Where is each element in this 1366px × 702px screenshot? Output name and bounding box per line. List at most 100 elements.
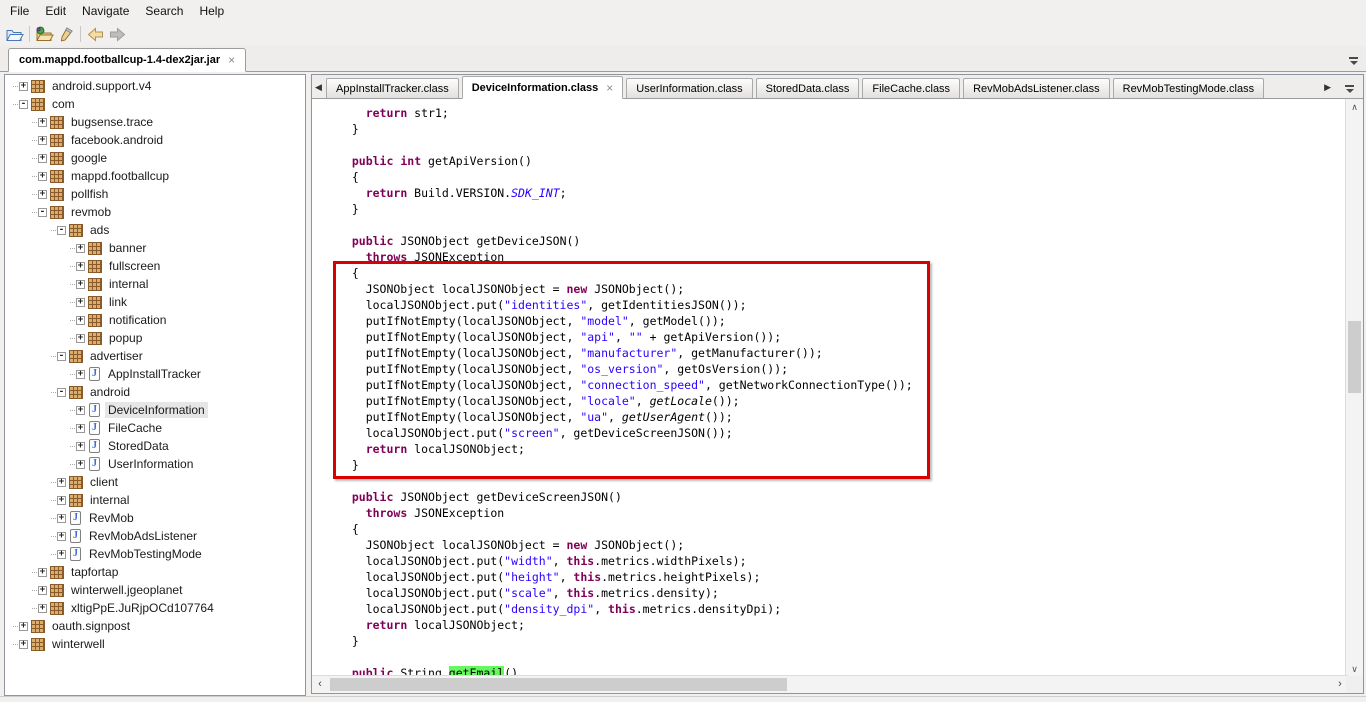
tree-item-internal[interactable]: +internal (5, 491, 305, 509)
expand-icon[interactable]: + (38, 136, 47, 145)
expand-icon[interactable]: + (76, 442, 85, 451)
tab-StoredData.class[interactable]: StoredData.class (756, 78, 860, 98)
tree-item-com[interactable]: -com (5, 95, 305, 113)
open-type-icon[interactable] (33, 24, 55, 44)
package-icon (31, 620, 45, 633)
collapse-icon[interactable]: - (38, 208, 47, 217)
expand-icon[interactable]: + (57, 532, 66, 541)
tab-list-icon[interactable] (1345, 85, 1354, 93)
tab-FileCache.class[interactable]: FileCache.class (862, 78, 960, 98)
tree-item-bugsense.trace[interactable]: +bugsense.trace (5, 113, 305, 131)
tree-item-pollfish[interactable]: +pollfish (5, 185, 305, 203)
tab-RevMobAdsListener.class[interactable]: RevMobAdsListener.class (963, 78, 1110, 98)
scroll-down-icon[interactable]: ∨ (1346, 661, 1363, 677)
expand-icon[interactable]: + (38, 604, 47, 613)
search-icon[interactable] (55, 24, 77, 44)
tree-item-advertiser[interactable]: -advertiser (5, 347, 305, 365)
expand-icon[interactable]: + (38, 154, 47, 163)
menu-edit[interactable]: Edit (37, 2, 74, 20)
close-tab-icon[interactable]: × (228, 55, 235, 65)
expand-icon[interactable]: + (38, 586, 47, 595)
expand-icon[interactable]: + (19, 622, 28, 631)
close-tab-icon[interactable]: × (606, 83, 613, 93)
tree-item-android[interactable]: -android (5, 383, 305, 401)
expand-icon[interactable]: + (76, 298, 85, 307)
collapse-icon[interactable]: - (57, 352, 66, 361)
expand-icon[interactable]: + (57, 514, 66, 523)
tree-item-revmob[interactable]: -revmob (5, 203, 305, 221)
back-icon[interactable] (84, 24, 106, 44)
expand-icon[interactable]: + (19, 82, 28, 91)
tree-item-mappd.footballcup[interactable]: +mappd.footballcup (5, 167, 305, 185)
menu-file[interactable]: File (2, 2, 37, 20)
tree-item-client[interactable]: +client (5, 473, 305, 491)
scroll-tabs-left-icon[interactable]: ◀ (315, 82, 322, 93)
tree-item-popup[interactable]: +popup (5, 329, 305, 347)
tree-item-internal[interactable]: +internal (5, 275, 305, 293)
expand-icon[interactable]: + (76, 334, 85, 343)
expand-icon[interactable]: + (19, 640, 28, 649)
tree-item-label: StoredData (105, 438, 172, 454)
tree-item-winterwell[interactable]: +winterwell (5, 635, 305, 653)
scroll-left-icon[interactable]: ‹ (312, 676, 328, 693)
tree-item-android.support.v4[interactable]: +android.support.v4 (5, 77, 305, 95)
vertical-scrollbar-thumb[interactable] (1348, 321, 1361, 393)
tab-UserInformation.class[interactable]: UserInformation.class (626, 78, 752, 98)
expand-icon[interactable]: + (38, 568, 47, 577)
tree-item-notification[interactable]: +notification (5, 311, 305, 329)
expand-icon[interactable]: + (76, 460, 85, 469)
expand-icon[interactable]: + (57, 550, 66, 559)
tree-item-winterwell.jgeoplanet[interactable]: +winterwell.jgeoplanet (5, 581, 305, 599)
horizontal-scrollbar[interactable]: ‹ › (312, 675, 1348, 693)
expand-icon[interactable]: + (76, 424, 85, 433)
tree-item-AppInstallTracker[interactable]: +JAppInstallTracker (5, 365, 305, 383)
expand-icon[interactable]: + (38, 190, 47, 199)
tree-item-google[interactable]: +google (5, 149, 305, 167)
menu-navigate[interactable]: Navigate (74, 2, 137, 20)
tree-item-DeviceInformation[interactable]: +JDeviceInformation (5, 401, 305, 419)
expand-icon[interactable]: + (76, 244, 85, 253)
tree-item-RevMobTestingMode[interactable]: +JRevMobTestingMode (5, 545, 305, 563)
tab-RevMobTestingMode.class[interactable]: RevMobTestingMode.class (1113, 78, 1264, 98)
expand-icon[interactable]: + (38, 172, 47, 181)
collapse-icon[interactable]: - (57, 226, 66, 235)
expand-icon[interactable]: + (57, 496, 66, 505)
tab-DeviceInformation.class[interactable]: DeviceInformation.class× (462, 76, 624, 99)
tree-item-RevMob[interactable]: +JRevMob (5, 509, 305, 527)
expand-icon[interactable]: + (76, 262, 85, 271)
tree-item-tapfortap[interactable]: +tapfortap (5, 563, 305, 581)
scroll-up-icon[interactable]: ∧ (1346, 99, 1363, 115)
horizontal-scrollbar-thumb[interactable] (330, 678, 787, 691)
collapse-icon[interactable]: - (19, 100, 28, 109)
tree-guide (70, 248, 75, 249)
expand-icon[interactable]: + (57, 478, 66, 487)
tree-item-link[interactable]: +link (5, 293, 305, 311)
package-icon (50, 134, 64, 147)
tree-item-oauth.signpost[interactable]: +oauth.signpost (5, 617, 305, 635)
tree-item-UserInformation[interactable]: +JUserInformation (5, 455, 305, 473)
expand-icon[interactable]: + (38, 118, 47, 127)
menu-search[interactable]: Search (137, 2, 191, 20)
tab-com.mappd.footballcup-1.4-dex2jar.jar[interactable]: com.mappd.footballcup-1.4-dex2jar.jar× (8, 48, 246, 72)
tree-item-FileCache[interactable]: +JFileCache (5, 419, 305, 437)
tab-AppInstallTracker.class[interactable]: AppInstallTracker.class (326, 78, 459, 98)
expand-icon[interactable]: + (76, 406, 85, 415)
expand-icon[interactable]: + (76, 280, 85, 289)
tree-item-banner[interactable]: +banner (5, 239, 305, 257)
forward-icon[interactable] (106, 24, 128, 44)
tree-item-StoredData[interactable]: +JStoredData (5, 437, 305, 455)
tree-item-xltigPpE.JuRjpOCd107764[interactable]: +xltigPpE.JuRjpOCd107764 (5, 599, 305, 617)
menu-help[interactable]: Help (191, 2, 232, 20)
open-file-icon[interactable] (4, 24, 26, 44)
expand-icon[interactable]: + (76, 316, 85, 325)
tree-item-RevMobAdsListener[interactable]: +JRevMobAdsListener (5, 527, 305, 545)
tree-item-ads[interactable]: -ads (5, 221, 305, 239)
tab-list-icon[interactable] (1349, 57, 1358, 65)
tree-item-facebook.android[interactable]: +facebook.android (5, 131, 305, 149)
tree-item-fullscreen[interactable]: +fullscreen (5, 257, 305, 275)
scroll-tabs-right-icon[interactable]: ▶ (1324, 82, 1331, 93)
java-class-icon: J (89, 457, 100, 471)
expand-icon[interactable]: + (76, 370, 85, 379)
collapse-icon[interactable]: - (57, 388, 66, 397)
vertical-scrollbar[interactable]: ∧ ∨ (1345, 99, 1363, 677)
